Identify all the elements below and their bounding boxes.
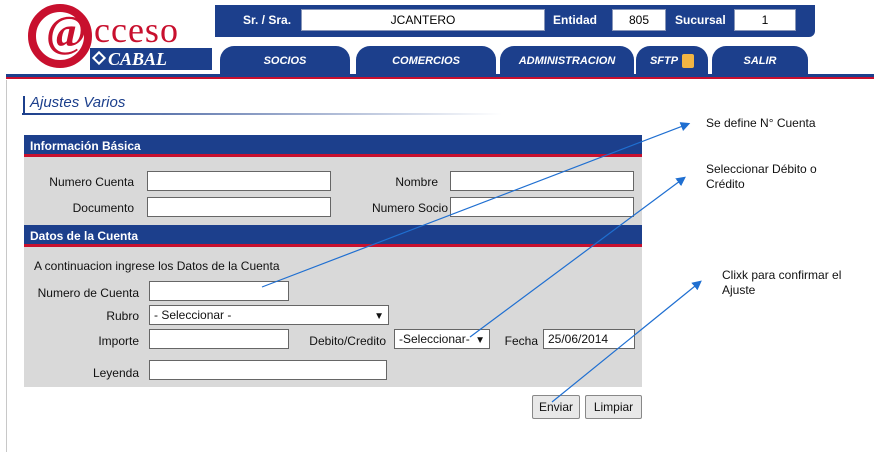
note-send-line1: Clixk para confirmar el: [722, 268, 842, 282]
annotation-arrows: [261, 122, 702, 403]
arrow-account-number: [261, 122, 691, 288]
arrow-send: [551, 280, 702, 403]
note-debit-credit: Seleccionar Débito o Crédito: [706, 162, 817, 192]
note-send: Clixk para confirmar el Ajuste: [722, 268, 841, 298]
note-debit-credit-line1: Seleccionar Débito o: [706, 162, 817, 176]
arrow-debit-credit: [469, 176, 686, 338]
note-debit-credit-line2: Crédito: [706, 177, 745, 191]
note-account-number: Se define N° Cuenta: [706, 116, 816, 130]
note-send-line2: Ajuste: [722, 283, 756, 297]
